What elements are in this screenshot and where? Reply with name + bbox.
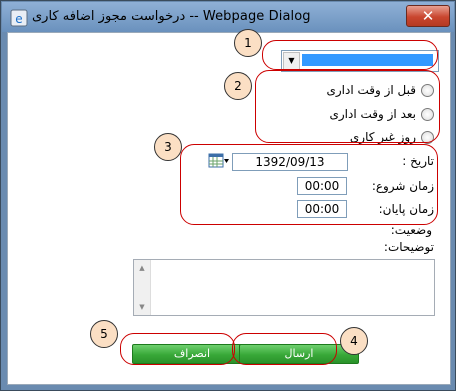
scrollbar[interactable]: ▲ ▼ <box>134 260 151 315</box>
end-time-label: زمان پایان: <box>378 202 434 216</box>
callout-badge-2: 2 <box>224 72 252 100</box>
internet-explorer-icon: e <box>10 9 28 27</box>
radio-label: بعد از وقت اداری <box>329 107 416 121</box>
svg-text:e: e <box>15 12 22 26</box>
status-label: وضعیت: <box>390 223 432 237</box>
title-bar: e درخواست مجوز اضافه کاری -- Webpage Dia… <box>2 2 454 32</box>
radio-button[interactable] <box>421 131 434 144</box>
dialog-window: e درخواست مجوز اضافه کاری -- Webpage Dia… <box>0 0 456 391</box>
callout-badge-1: 1 <box>234 29 262 57</box>
callout-badge-5: 5 <box>90 320 118 348</box>
radio-button[interactable] <box>421 84 434 97</box>
radio-before-hours[interactable]: قبل از وقت اداری <box>326 81 434 99</box>
scroll-up-icon[interactable]: ▲ <box>134 260 150 276</box>
radio-label: قبل از وقت اداری <box>326 83 416 97</box>
start-time-label: زمان شروع: <box>371 179 434 193</box>
date-label: تاریخ : <box>402 154 434 168</box>
description-label: توضیحات: <box>383 240 434 254</box>
callout-badge-4: 4 <box>340 327 368 355</box>
callout-badge-3: 3 <box>154 133 182 161</box>
close-button[interactable]: ✕ <box>406 5 450 27</box>
cancel-button[interactable]: انصراف <box>132 344 252 364</box>
radio-label: روز غیر کاری <box>349 130 416 144</box>
selected-option <box>302 54 433 66</box>
end-time-field[interactable]: 00:00 <box>297 200 347 218</box>
chevron-down-icon[interactable]: ▼ <box>283 52 300 70</box>
scroll-down-icon[interactable]: ▼ <box>134 299 150 315</box>
calendar-icon[interactable] <box>208 153 230 168</box>
radio-non-working-day[interactable]: روز غیر کاری <box>350 128 434 146</box>
description-textarea[interactable]: ▲ ▼ <box>133 259 435 316</box>
window-title: درخواست مجوز اضافه کاری -- Webpage Dialo… <box>32 9 311 24</box>
radio-button[interactable] <box>421 108 434 121</box>
radio-after-hours[interactable]: بعد از وقت اداری <box>329 105 434 123</box>
overtime-type-select[interactable]: ▼ <box>281 50 439 72</box>
start-time-field[interactable]: 00:00 <box>297 177 347 195</box>
date-field[interactable]: 1392/09/13 <box>232 153 348 171</box>
